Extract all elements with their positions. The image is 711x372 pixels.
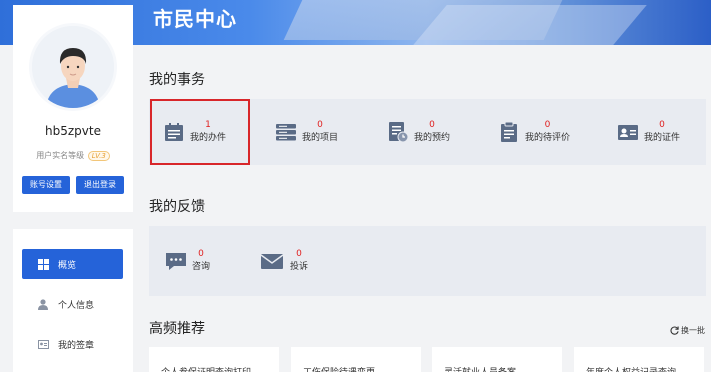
feedback-complaint[interactable]: 0 投诉 xyxy=(259,226,308,296)
recommend-card[interactable]: 工伤保险待遇变更 xyxy=(291,347,421,372)
appointments-label: 我的预约 xyxy=(414,133,451,143)
refresh-label: 换一批 xyxy=(681,326,705,335)
sidebar-item-label: 我的签章 xyxy=(58,340,95,351)
banner-laptop-screen-graphic xyxy=(413,5,647,45)
avatar xyxy=(29,23,117,111)
complaint-count: 0 xyxy=(296,249,302,259)
recommend-card[interactable]: 灵活就业人员备案 xyxy=(432,347,562,372)
clipboard-icon xyxy=(501,121,517,142)
selected-item-highlight xyxy=(150,99,250,165)
recommend-card[interactable]: 年度个人权益记录查询 xyxy=(574,347,704,372)
account-settings-button[interactable]: 账号设置 xyxy=(22,176,70,194)
sidebar-item-personal-info[interactable]: 个人信息 xyxy=(22,289,123,319)
feedback-consult[interactable]: 0 咨询 xyxy=(165,226,210,296)
refresh-icon xyxy=(670,326,679,335)
recommend-title: 高频推荐 xyxy=(149,321,205,337)
grid-icon xyxy=(36,257,50,271)
sidebar-item-overview[interactable]: 概览 xyxy=(22,249,123,279)
id-card-icon xyxy=(36,337,50,351)
pending-reviews-label: 我的待评价 xyxy=(525,133,571,143)
certificates-label: 我的证件 xyxy=(644,133,681,143)
projects-label: 我的项目 xyxy=(302,133,339,143)
my-affairs-title: 我的事务 xyxy=(149,72,205,88)
mail-icon xyxy=(260,254,284,269)
consult-label: 咨询 xyxy=(192,262,211,272)
server-stack-icon xyxy=(276,124,296,141)
projects-count: 0 xyxy=(317,120,323,130)
certificates-count: 0 xyxy=(659,120,665,130)
affair-my-certificates[interactable]: 0 我的证件 xyxy=(617,99,680,165)
profile-card: hb5zpvte 用户实名等级 LV.3 账号设置 退出登录 xyxy=(13,5,133,212)
my-feedback-panel: 0 咨询 0 投诉 xyxy=(149,226,706,296)
refresh-button[interactable]: 换一批 xyxy=(670,325,705,336)
id-card-icon xyxy=(618,125,638,140)
sidebar-item-my-seal[interactable]: 我的签章 xyxy=(22,329,123,359)
affair-pending-reviews[interactable]: 0 我的待评价 xyxy=(498,99,570,165)
sidebar-item-label: 概览 xyxy=(58,260,77,271)
person-icon xyxy=(36,297,50,311)
logout-button[interactable]: 退出登录 xyxy=(76,176,124,194)
verification-level-label: 用户实名等级 xyxy=(36,151,85,160)
doc-clock-icon xyxy=(389,122,409,143)
verification-level: 用户实名等级 LV.3 xyxy=(13,150,133,161)
page-title: 市民中心 xyxy=(153,7,237,31)
consult-count: 0 xyxy=(198,249,204,259)
chat-bubble-icon xyxy=(166,253,186,270)
user-avatar-icon xyxy=(32,26,114,108)
level-badge: LV.3 xyxy=(87,151,110,161)
recommend-card[interactable]: 个人参保证明查询打印 xyxy=(149,347,279,372)
pending-reviews-count: 0 xyxy=(544,120,551,130)
username: hb5zpvte xyxy=(45,124,101,138)
sidebar-nav: 概览 个人信息 我的签章 xyxy=(13,229,133,372)
appointments-count: 0 xyxy=(429,120,435,130)
my-feedback-title: 我的反馈 xyxy=(149,199,205,215)
sidebar-item-label: 个人信息 xyxy=(58,300,95,311)
affair-my-projects[interactable]: 0 我的项目 xyxy=(275,99,338,165)
complaint-label: 投诉 xyxy=(290,262,309,272)
affair-my-appointments[interactable]: 0 我的预约 xyxy=(387,99,450,165)
